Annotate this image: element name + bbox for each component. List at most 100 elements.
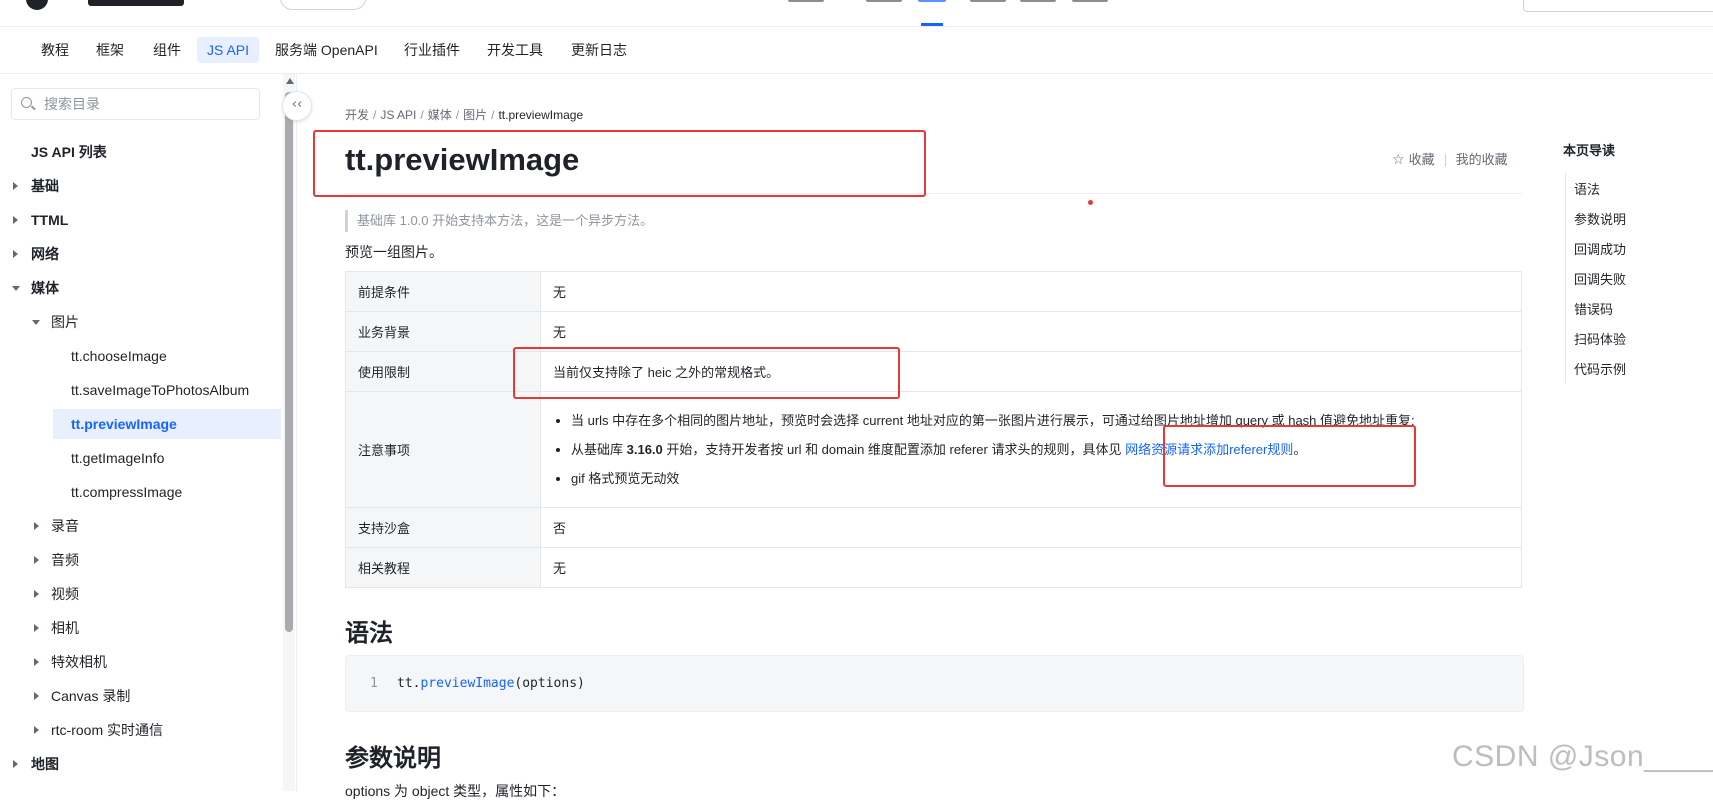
top-nav-item[interactable]	[866, 0, 906, 4]
tab-framework[interactable]: 框架	[86, 37, 134, 63]
code-line: tt.previewImage(options)	[397, 676, 585, 691]
top-search-input[interactable]	[1523, 0, 1713, 12]
sidebar-item-label: rtc-room 实时通信	[51, 722, 163, 738]
table-key: 相关教程	[345, 547, 541, 588]
caret-right-icon	[34, 658, 39, 666]
tab-components[interactable]: 组件	[143, 37, 191, 63]
sidebar-item-media[interactable]: 媒体	[0, 273, 282, 303]
sidebar-item-network[interactable]: 网络	[0, 239, 282, 269]
sidebar-item-label: 录音	[51, 518, 79, 534]
sidebar-item-ttml[interactable]: TTML	[0, 205, 282, 235]
tab-server-openapi[interactable]: 服务端 OpenAPI	[265, 37, 388, 63]
tab-js-api[interactable]: JS API	[197, 37, 260, 63]
section-heading-params: 参数说明	[345, 745, 441, 772]
sidebar-item-label: 相机	[51, 620, 79, 636]
collapse-sidebar-button[interactable]: ‹‹	[282, 91, 312, 121]
sidebar-item-effect-camera[interactable]: 特效相机	[0, 647, 282, 677]
tab-changelog[interactable]: 更新日志	[561, 37, 637, 63]
toc-item-params[interactable]: 参数说明	[1574, 209, 1626, 228]
open-platform-badge	[88, 0, 184, 6]
sidebar-item-recording[interactable]: 录音	[0, 511, 282, 541]
my-favorites-link[interactable]: 我的收藏	[1456, 152, 1508, 167]
sidebar-item-label: 特效相机	[51, 654, 107, 670]
annotation-box-link	[1163, 425, 1416, 487]
tab-industry-plugins[interactable]: 行业插件	[394, 37, 470, 63]
caret-right-icon	[13, 760, 18, 768]
top-nav-item[interactable]	[1072, 0, 1112, 4]
sidebar-item-label: Canvas 录制	[51, 688, 131, 704]
sidebar-item-label: TTML	[31, 212, 69, 228]
sidebar-item-canvas-recording[interactable]: Canvas 录制	[0, 681, 282, 711]
table-row: 支持沙盒 否	[345, 507, 1522, 548]
favorite-button[interactable]: ☆ 收藏	[1392, 152, 1435, 168]
sidebar-divider	[296, 74, 297, 791]
sidebar: JS API 列表 基础 TTML 网络 媒体 图片 tt.chooseImag…	[0, 74, 282, 791]
sidebar-item-preview-image[interactable]: tt.previewImage	[0, 409, 282, 439]
caret-right-icon	[13, 182, 18, 190]
sidebar-item-label: 视频	[51, 586, 79, 602]
caret-down-icon	[32, 320, 40, 325]
sidebar-item-save-image[interactable]: tt.saveImageToPhotosAlbum	[0, 375, 282, 405]
top-header	[0, 0, 1713, 27]
douyin-logo-icon[interactable]	[26, 0, 48, 10]
search-icon	[21, 97, 32, 108]
top-nav-item[interactable]	[970, 0, 1010, 4]
breadcrumb-item[interactable]: 开发	[345, 108, 369, 122]
toc-item-success[interactable]: 回调成功	[1574, 239, 1626, 258]
title-actions: ☆ 收藏 我的收藏	[1392, 149, 1508, 168]
breadcrumb-item[interactable]: 媒体	[428, 108, 452, 122]
toc-item-syntax[interactable]: 语法	[1574, 179, 1600, 198]
top-nav-item[interactable]	[788, 0, 828, 4]
code-line-number: 1	[370, 676, 378, 691]
sidebar-item-label: 基础	[31, 178, 59, 194]
top-nav-item[interactable]	[1020, 0, 1060, 4]
sidebar-item-label: 地图	[31, 756, 59, 772]
caret-right-icon	[34, 522, 39, 530]
toc-item-fail[interactable]: 回调失败	[1574, 269, 1626, 288]
sidebar-search-input[interactable]	[42, 89, 256, 119]
caret-right-icon	[13, 250, 18, 258]
sidebar-item-choose-image[interactable]: tt.chooseImage	[0, 341, 282, 371]
toc-rail	[1565, 173, 1566, 383]
table-value: 无	[540, 311, 1522, 352]
params-intro: options 为 object 类型，属性如下：	[345, 783, 566, 799]
table-value: 无	[540, 271, 1522, 312]
sidebar-search[interactable]	[11, 88, 260, 120]
breadcrumb-item[interactable]: JS API	[380, 108, 416, 122]
table-key: 业务背景	[345, 311, 541, 352]
sidebar-item-api-list[interactable]: JS API 列表	[0, 137, 282, 167]
table-value: 否	[540, 507, 1522, 548]
sidebar-item-label: 网络	[31, 246, 59, 262]
sidebar-item-image[interactable]: 图片	[0, 307, 282, 337]
top-nav-item-active[interactable]	[918, 0, 958, 4]
sidebar-item-video[interactable]: 视频	[0, 579, 282, 609]
double-chevron-left-icon: ‹‹	[291, 97, 303, 112]
sidebar-item-map[interactable]: 地图	[0, 749, 282, 779]
toc-item-error-code[interactable]: 错误码	[1574, 299, 1613, 318]
breadcrumb-item[interactable]: 图片	[463, 108, 487, 122]
sidebar-item-label: 图片	[51, 314, 79, 330]
scroll-up-arrow-icon[interactable]	[286, 78, 294, 84]
toc-item-example[interactable]: 代码示例	[1574, 359, 1626, 378]
csdn-watermark: CSDN @Json_____	[1452, 740, 1713, 773]
section-heading-syntax: 语法	[345, 620, 393, 647]
toc-title: 本页导读	[1563, 143, 1616, 158]
caret-right-icon	[34, 556, 39, 564]
tab-tutorial[interactable]: 教程	[31, 37, 79, 63]
sidebar-item-camera[interactable]: 相机	[0, 613, 282, 643]
environment-switch[interactable]	[280, 0, 366, 10]
sidebar-item-get-image-info[interactable]: tt.getImageInfo	[0, 443, 282, 473]
sidebar-scroll-thumb[interactable]	[285, 92, 293, 632]
sidebar-item-compress-image[interactable]: tt.compressImage	[0, 477, 282, 507]
star-icon: ☆	[1392, 152, 1405, 168]
table-key: 支持沙盒	[345, 507, 541, 548]
sidebar-item-label: tt.compressImage	[71, 484, 183, 500]
sidebar-item-basic[interactable]: 基础	[0, 171, 282, 201]
toc-item-scan[interactable]: 扫码体验	[1574, 329, 1626, 348]
sidebar-item-audio[interactable]: 音频	[0, 545, 282, 575]
sidebar-item-label: tt.getImageInfo	[71, 450, 165, 466]
table-row: 前提条件 无	[345, 271, 1522, 312]
sidebar-item-rtc-room[interactable]: rtc-room 实时通信	[0, 715, 282, 745]
tab-dev-tools[interactable]: 开发工具	[477, 37, 553, 63]
annotation-box-limit	[513, 347, 900, 399]
